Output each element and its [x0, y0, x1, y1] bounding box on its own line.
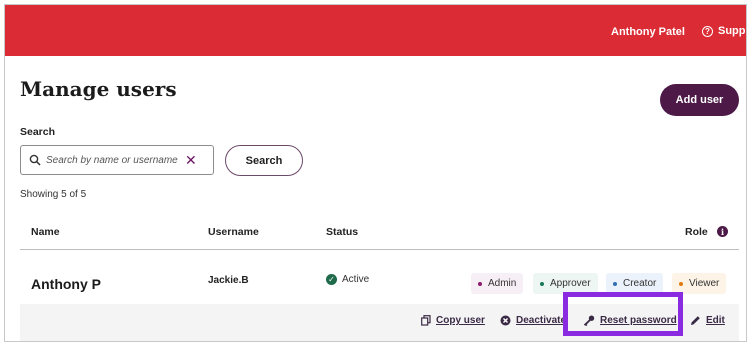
search-icon: [29, 154, 41, 166]
role-label: Approver: [550, 278, 591, 289]
edit-link[interactable]: Edit: [690, 315, 725, 326]
search-field[interactable]: ✕: [20, 145, 214, 175]
deactivate-label: Deactivate: [516, 315, 567, 326]
copy-icon: [421, 315, 431, 326]
copy-user-label: Copy user: [436, 315, 485, 326]
deactivate-link[interactable]: Deactivate: [500, 315, 566, 326]
role-badge-creator: Creator: [606, 273, 664, 294]
admin-dot-icon: [478, 281, 482, 286]
column-header-username: Username: [208, 226, 259, 238]
column-header-name: Name: [31, 226, 60, 238]
role-label: Admin: [488, 278, 517, 289]
search-input[interactable]: [46, 154, 181, 166]
support-link[interactable]: ? Supp: [702, 25, 746, 37]
pencil-icon: [691, 316, 700, 325]
page-title: Manage users: [20, 77, 177, 101]
creator-dot-icon: [613, 281, 617, 286]
status-cell: ✓ Active: [326, 274, 369, 285]
role-badge-approver: Approver: [533, 273, 598, 294]
highlight-box: [563, 292, 683, 336]
column-header-status: Status: [326, 226, 359, 238]
user-name-link[interactable]: Anthony Patel: [611, 26, 685, 38]
support-label: Supp: [718, 25, 746, 37]
results-count: Showing 5 of 5: [20, 189, 87, 200]
header-divider: [20, 249, 739, 250]
top-bar: Anthony Patel ? Supp: [5, 5, 746, 56]
role-info-icon[interactable]: i: [717, 226, 728, 237]
clear-search-icon[interactable]: ✕: [185, 152, 197, 169]
user-name-cell: Anthony P: [31, 276, 101, 292]
add-user-button[interactable]: Add user: [660, 84, 739, 116]
edit-label: Edit: [706, 315, 725, 326]
column-header-role: Role: [685, 226, 708, 238]
help-icon: ?: [702, 25, 713, 37]
role-label: Creator: [623, 278, 657, 289]
active-check-icon: ✓: [326, 274, 337, 285]
role-label: Viewer: [689, 278, 720, 289]
status-label: Active: [342, 274, 370, 285]
role-badge-viewer: Viewer: [672, 273, 727, 294]
search-label: Search: [20, 126, 56, 138]
role-badge-admin: Admin: [471, 273, 524, 294]
username-cell: Jackie.B: [208, 275, 249, 286]
viewer-dot-icon: [679, 281, 683, 286]
deactivate-icon: [500, 315, 511, 326]
copy-user-link[interactable]: Copy user: [421, 315, 485, 326]
search-button[interactable]: Search: [225, 145, 303, 176]
approver-dot-icon: [540, 281, 544, 286]
